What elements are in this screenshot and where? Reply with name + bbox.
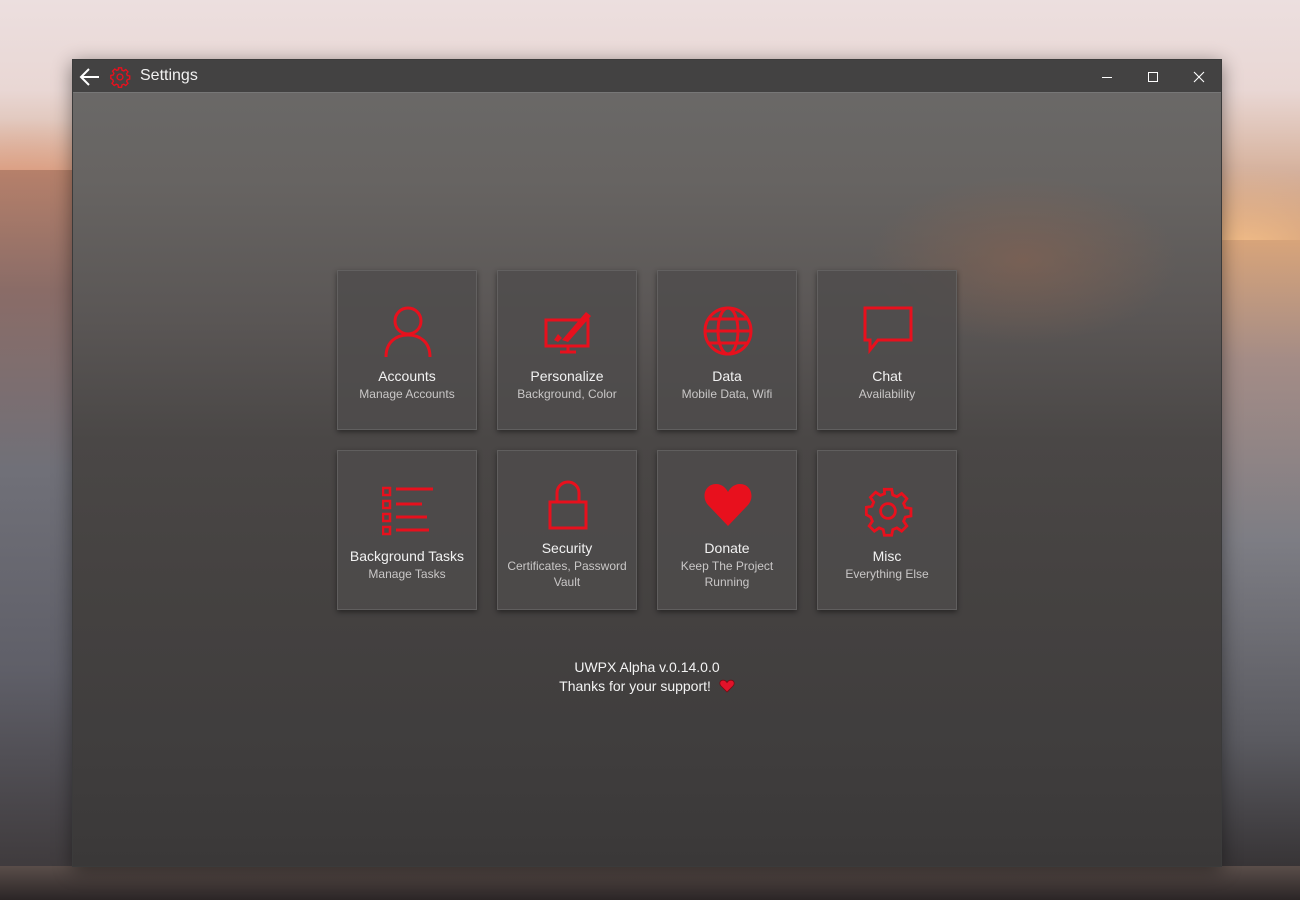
settings-gear-icon [109, 66, 131, 88]
tile-label: Personalize [530, 368, 604, 384]
tile-subtitle: Everything Else [845, 567, 929, 581]
tile-label: Background Tasks [349, 548, 465, 564]
tile-subtitle: Mobile Data, Wifi [681, 387, 773, 401]
close-icon [1193, 71, 1205, 83]
minimize-icon [1102, 77, 1112, 78]
tile-subtitle: Certificates, Password Vault [507, 559, 627, 589]
tile-background-tasks[interactable]: Background Tasks Manage Tasks [337, 450, 477, 610]
title-bar: Settings [73, 60, 1221, 93]
tile-label: Data [712, 368, 742, 384]
heart-emoji-icon [719, 679, 735, 698]
desktop-background-left [0, 170, 80, 900]
tile-subtitle: Keep The Project Running [680, 559, 774, 589]
tile-data[interactable]: Data Mobile Data, Wifi [657, 270, 797, 430]
minimize-button[interactable] [1084, 60, 1130, 93]
tile-chat[interactable]: Chat Availability [817, 270, 957, 430]
lock-icon [542, 478, 594, 532]
tile-accounts[interactable]: Accounts Manage Accounts [337, 270, 477, 430]
tile-label: Misc [872, 548, 902, 564]
tile-subtitle: Background, Color [517, 387, 617, 401]
tile-label: Accounts [378, 368, 436, 384]
tile-subtitle: Manage Tasks [368, 567, 446, 581]
thanks-text: Thanks for your support! [559, 678, 711, 694]
user-icon [382, 304, 434, 358]
tile-subtitle: Availability [858, 387, 916, 401]
tile-subtitle: Manage Accounts [359, 387, 455, 401]
gear-icon [862, 484, 914, 538]
globe-icon [702, 304, 754, 358]
heart-icon [702, 478, 754, 532]
maximize-icon [1148, 72, 1158, 82]
tile-label: Security [541, 540, 593, 556]
chat-bubble-icon [862, 304, 914, 358]
tile-label: Donate [704, 540, 750, 556]
settings-window: Settings Accounts Manage Accounts Person… [72, 59, 1222, 867]
task-list-icon [381, 484, 434, 538]
tile-misc[interactable]: Misc Everything Else [817, 450, 957, 610]
personalize-icon [542, 304, 594, 358]
tile-personalize[interactable]: Personalize Background, Color [497, 270, 637, 430]
thanks-line: Thanks for your support! [73, 677, 1221, 698]
arrow-left-icon [79, 68, 99, 86]
tile-donate[interactable]: Donate Keep The Project Running [657, 450, 797, 610]
desktop-background-bottom [0, 866, 1300, 900]
tile-security[interactable]: Security Certificates, Password Vault [497, 450, 637, 610]
back-button[interactable] [77, 64, 103, 90]
desktop-background-right [1220, 240, 1300, 900]
version-text: UWPX Alpha v.0.14.0.0 [574, 659, 720, 675]
settings-tile-grid: Accounts Manage Accounts Personalize Bac… [337, 270, 957, 610]
maximize-button[interactable] [1130, 60, 1176, 93]
tile-label: Chat [872, 368, 902, 384]
window-title: Settings [140, 67, 198, 84]
footer: UWPX Alpha v.0.14.0.0 Thanks for your su… [73, 658, 1221, 698]
close-button[interactable] [1176, 60, 1222, 93]
